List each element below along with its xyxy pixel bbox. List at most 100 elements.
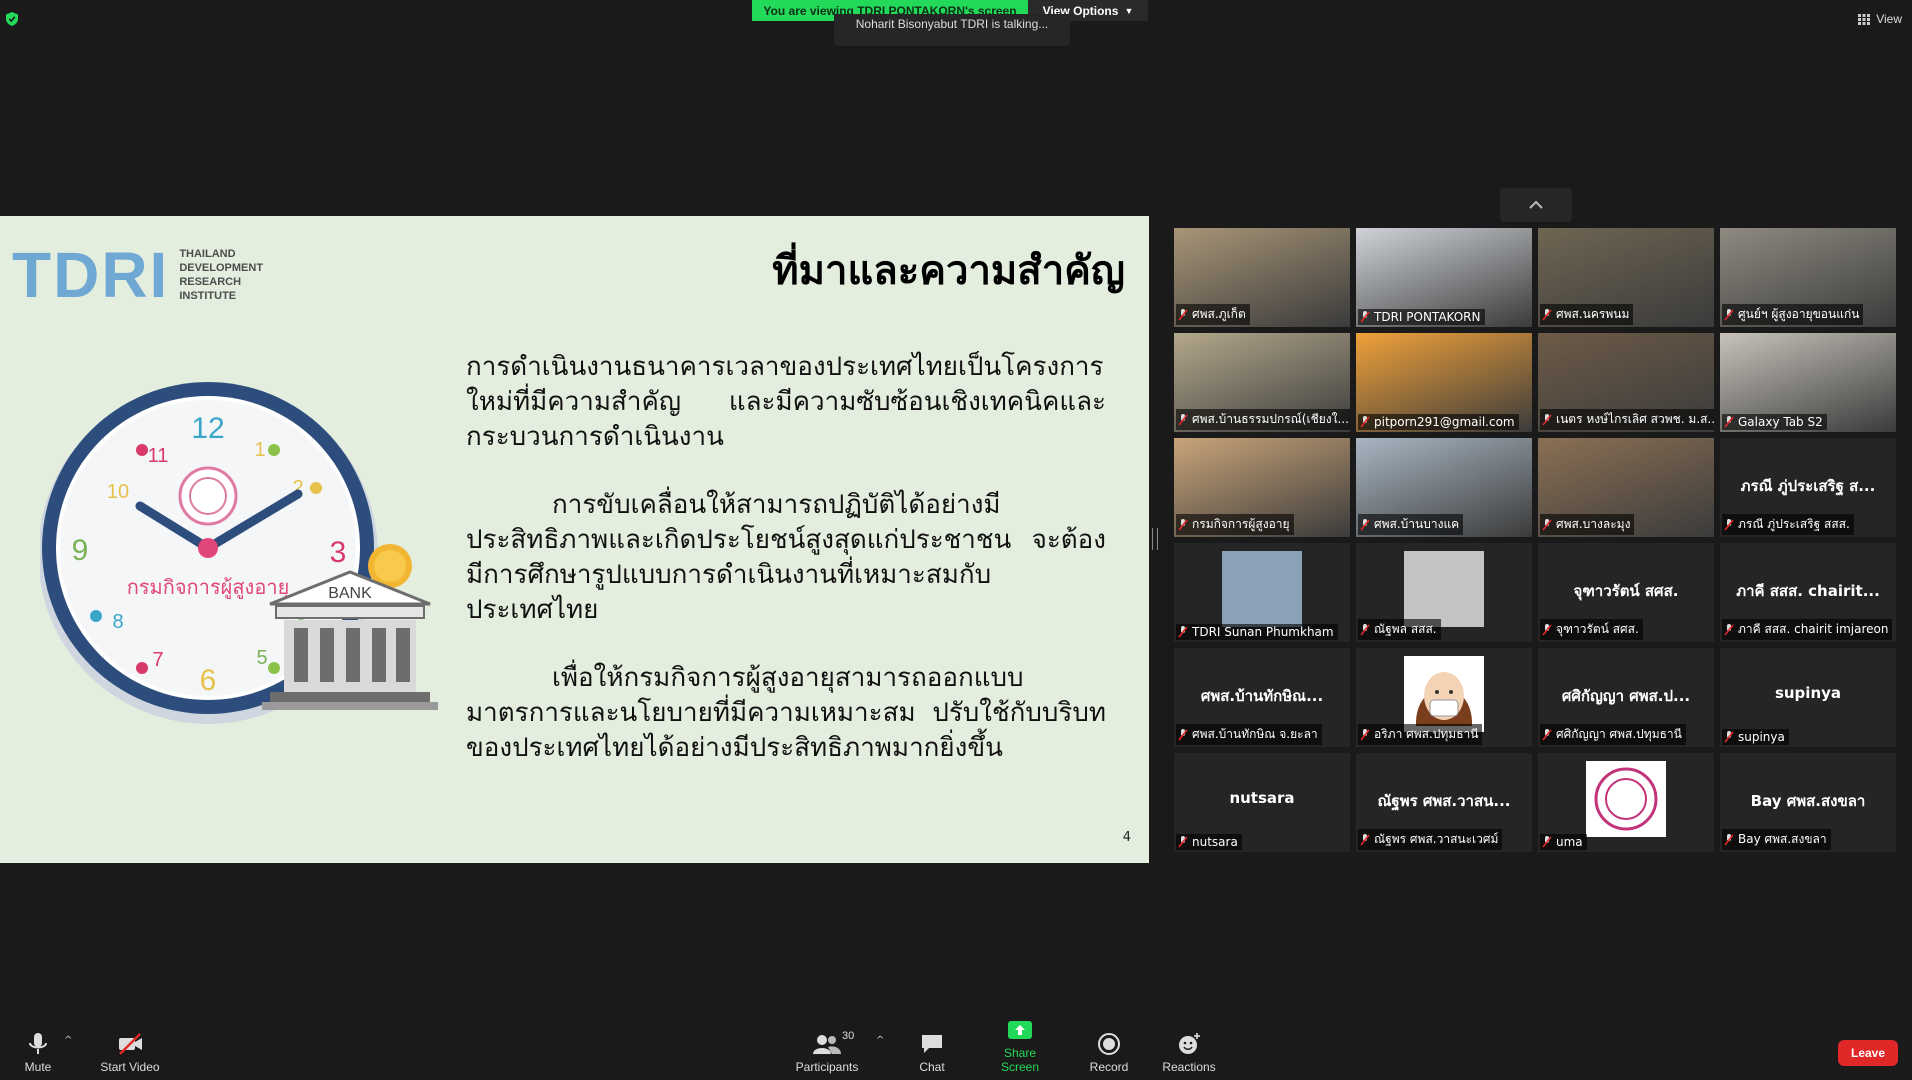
participant-name-text: ศพส.บ้านบางแค <box>1374 517 1460 531</box>
participant-name-label: ภรณี ภู่ประเสริฐ สสส. <box>1722 514 1854 535</box>
participant-name-text: กรมกิจการผู้สูงอายุ <box>1192 517 1290 531</box>
clock-number-12: 12 <box>191 412 224 445</box>
participant-tile[interactable]: เนตร หงษ์ไกรเลิศ สวพช. ม.ส... <box>1538 333 1714 432</box>
tdri-logo: TDRI THAILAND DEVELOPMENT RESEARCH INSTI… <box>12 238 263 312</box>
participant-tile[interactable]: TDRI PONTAKORN <box>1356 228 1532 327</box>
logo-line: THAILAND <box>179 248 236 260</box>
participants-button[interactable]: 30 Participants <box>794 1030 860 1074</box>
participant-name-label: ณัฐพร ศพส.วาสนะเวศม์ <box>1358 829 1503 850</box>
participant-tile[interactable]: nutsara nutsara <box>1174 753 1350 852</box>
slide-page-number: 4 <box>1122 830 1131 845</box>
muted-microphone-icon <box>1178 413 1188 425</box>
participant-name-text: ศพส.นครพนม <box>1556 307 1630 321</box>
muted-microphone-icon <box>1360 518 1370 530</box>
muted-microphone-icon <box>1724 518 1734 530</box>
participant-name-label: ศพส.นครพนม <box>1540 304 1634 325</box>
participant-name-label: ศพส.ภูเก็ต <box>1176 304 1250 325</box>
emoji-reaction-icon <box>1179 1033 1200 1054</box>
muted-microphone-icon <box>1542 728 1552 740</box>
participant-tile[interactable]: ศพส.บ้านธรรมปกรณ์(เชียงใ... <box>1174 333 1350 432</box>
microphone-icon <box>29 1033 47 1054</box>
participant-tile[interactable]: ศูนย์ฯ ผู้สูงอายุขอนแก่น <box>1720 228 1896 327</box>
participant-tile[interactable]: Galaxy Tab S2 <box>1720 333 1896 432</box>
muted-microphone-icon <box>1360 623 1370 635</box>
participant-tile[interactable]: ศพส.นครพนม <box>1538 228 1714 327</box>
participant-tile[interactable]: ศพส.บ้านบางแค <box>1356 438 1532 537</box>
participant-name-text: ณัฐพร ศพส.วาสนะเวศม์ <box>1374 832 1499 846</box>
participant-name-text: pitporn291@gmail.com <box>1374 415 1515 429</box>
share-screen-button[interactable]: Share Screen <box>984 1018 1056 1074</box>
muted-microphone-icon <box>1724 731 1734 743</box>
participants-label: Participants <box>795 1060 859 1074</box>
slide-paragraph: เพื่อให้กรมกิจการผู้สูงอายุสามารถออกแบบม… <box>466 663 1106 763</box>
participant-display-name: ศศิกัญญา ศพส.ป... <box>1561 687 1691 705</box>
participant-name-text: ศพส.บางละมุง <box>1556 517 1631 531</box>
participant-name-label: TDRI Sunan Phumkham <box>1176 624 1338 640</box>
participant-name-text: เนตร หงษ์ไกรเลิศ สวพช. ม.ส... <box>1556 412 1714 426</box>
participant-name-label: จุฑาวรัตน์ สศส. <box>1540 619 1643 640</box>
participant-name-text: ศพส.บ้านทักษิณ จ.ยะลา <box>1192 727 1318 741</box>
muted-microphone-icon <box>1178 518 1188 530</box>
participant-name-label: Bay ศพส.สงขลา <box>1722 829 1831 850</box>
muted-microphone-icon <box>1542 413 1552 425</box>
seal-image <box>1586 761 1666 837</box>
muted-microphone-icon <box>1724 623 1734 635</box>
participant-tile[interactable]: pitporn291@gmail.com <box>1356 333 1532 432</box>
record-button[interactable]: Record <box>1088 1032 1130 1074</box>
video-off-icon <box>119 1033 142 1055</box>
participant-tile[interactable]: Bay ศพส.สงขลา Bay ศพส.สงขลา <box>1720 753 1896 852</box>
participant-name-text: ศพส.บ้านธรรมปกรณ์(เชียงใ... <box>1192 412 1349 426</box>
participant-name-label: ศศิกัญญา ศพส.ปทุมธานี <box>1540 724 1686 745</box>
leave-button[interactable]: Leave <box>1838 1040 1898 1066</box>
start-video-button[interactable]: Start Video <box>98 1032 162 1074</box>
security-shield-icon[interactable] <box>6 12 18 26</box>
mute-button[interactable]: Mute <box>20 1032 56 1074</box>
participant-name-text: Bay ศพส.สงขลา <box>1738 832 1827 846</box>
participant-tile[interactable]: supinya supinya <box>1720 648 1896 747</box>
logo-line: DEVELOPMENT <box>179 262 264 274</box>
muted-microphone-icon <box>1360 728 1370 740</box>
muted-microphone-icon <box>1178 308 1188 320</box>
participant-display-name: ภรณี ภู่ประเสริฐ ส... <box>1740 477 1876 495</box>
participants-options-chevron-icon[interactable]: ^ <box>876 1035 884 1046</box>
talking-indicator: Noharit Bisonyabut TDRI is talking... <box>834 14 1070 46</box>
participant-tile[interactable]: ศพส.บ้านทักษิณ... ศพส.บ้านทักษิณ จ.ยะลา <box>1174 648 1350 747</box>
participant-tile[interactable]: จุฑาวรัตน์ สศส. จุฑาวรัตน์ สศส. <box>1538 543 1714 642</box>
reactions-label: Reactions <box>1162 1060 1216 1074</box>
participant-tile[interactable]: TDRI Sunan Phumkham <box>1174 543 1350 642</box>
participant-tile[interactable]: ศพส.ภูเก็ต <box>1174 228 1350 327</box>
split-drag-handle[interactable] <box>1152 528 1158 550</box>
muted-microphone-icon <box>1724 416 1734 428</box>
participant-tile[interactable]: ณัฐพร ศพส.วาสน... ณัฐพร ศพส.วาสนะเวศม์ <box>1356 753 1532 852</box>
participant-name-label: nutsara <box>1176 834 1242 850</box>
record-label: Record <box>1089 1060 1129 1074</box>
participant-name-text: supinya <box>1738 730 1785 744</box>
participant-tile[interactable]: ศศิกัญญา ศพส.ป... ศศิกัญญา ศพส.ปทุมธานี <box>1538 648 1714 747</box>
participant-tile[interactable]: ภรณี ภู่ประเสริฐ ส... ภรณี ภู่ประเสริฐ สส… <box>1720 438 1896 537</box>
participant-name-label: pitporn291@gmail.com <box>1358 414 1519 430</box>
clock-number-10: 10 <box>107 481 129 503</box>
participant-name-label: เนตร หงษ์ไกรเลิศ สวพช. ม.ส... <box>1540 409 1714 430</box>
participant-name-label: uma <box>1540 834 1587 850</box>
clock-number-9: 9 <box>72 534 89 567</box>
participant-tile[interactable]: กรมกิจการผู้สูงอายุ <box>1174 438 1350 537</box>
view-button[interactable]: View <box>1858 12 1902 26</box>
participant-tile[interactable]: อริภา ศพส.ปทุมธานี <box>1356 648 1532 747</box>
chevron-down-icon: ▼ <box>1124 5 1134 16</box>
participant-tile[interactable]: ภาคี สสส. chairit... ภาคี สสส. chairit im… <box>1720 543 1896 642</box>
participant-name-text: ณัฐพล สสส. <box>1374 622 1437 636</box>
slide-title: ที่มาและความสำคัญ <box>772 248 1125 294</box>
participant-tile[interactable]: ศพส.บางละมุง <box>1538 438 1714 537</box>
muted-microphone-icon <box>1542 308 1552 320</box>
participant-tile[interactable]: ณัฐพล สสส. <box>1356 543 1532 642</box>
reactions-button[interactable]: Reactions <box>1162 1032 1216 1074</box>
chat-button[interactable]: Chat <box>914 1032 950 1074</box>
clock-label: กรมกิจการผู้สูงอายุ <box>127 575 290 600</box>
profile-picture <box>1222 551 1302 627</box>
audio-options-chevron-icon[interactable]: ^ <box>64 1035 72 1046</box>
collapse-gallery-button[interactable] <box>1500 188 1572 222</box>
leave-label: Leave <box>1850 1046 1886 1060</box>
logo-subtitle: THAILAND DEVELOPMENT RESEARCH INSTITUTE <box>179 247 263 303</box>
participant-tile[interactable]: uma <box>1538 753 1714 852</box>
participant-display-name: ณัฐพร ศพส.วาสน... <box>1377 792 1511 810</box>
